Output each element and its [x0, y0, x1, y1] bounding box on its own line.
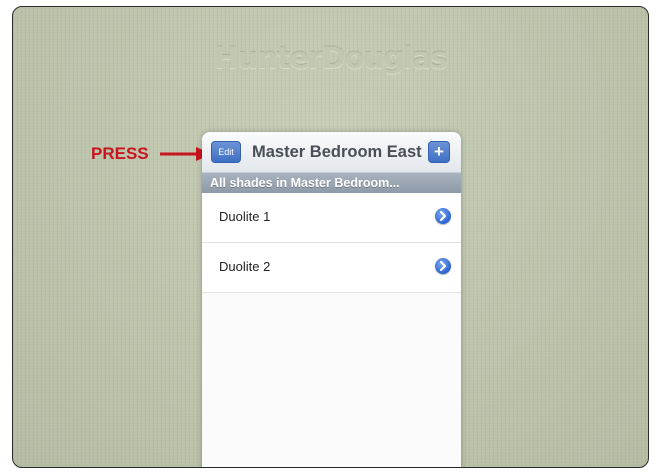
navigation-bar: Edit Master Bedroom East + — [202, 132, 461, 173]
shade-row-duolite-1[interactable]: Duolite 1 — [202, 193, 461, 243]
chevron-right-circle-icon[interactable] — [435, 258, 451, 274]
shade-list-panel: Edit Master Bedroom East + All shades in… — [202, 132, 461, 467]
press-label: PRESS — [91, 144, 149, 163]
app-window: HunterDouglas PRESS Edit Master Bedroom … — [12, 6, 649, 468]
shade-name: Duolite 2 — [219, 259, 271, 274]
shade-row-duolite-2[interactable]: Duolite 2 — [202, 243, 461, 293]
section-header: All shades in Master Bedroom... — [202, 173, 461, 193]
room-title: Master Bedroom East — [252, 143, 422, 161]
hunter-douglas-logo: HunterDouglas — [214, 41, 448, 75]
chevron-right-circle-icon[interactable] — [435, 208, 451, 224]
edit-button[interactable]: Edit — [211, 141, 241, 163]
add-button[interactable]: + — [428, 141, 450, 163]
shade-name: Duolite 1 — [219, 209, 271, 224]
